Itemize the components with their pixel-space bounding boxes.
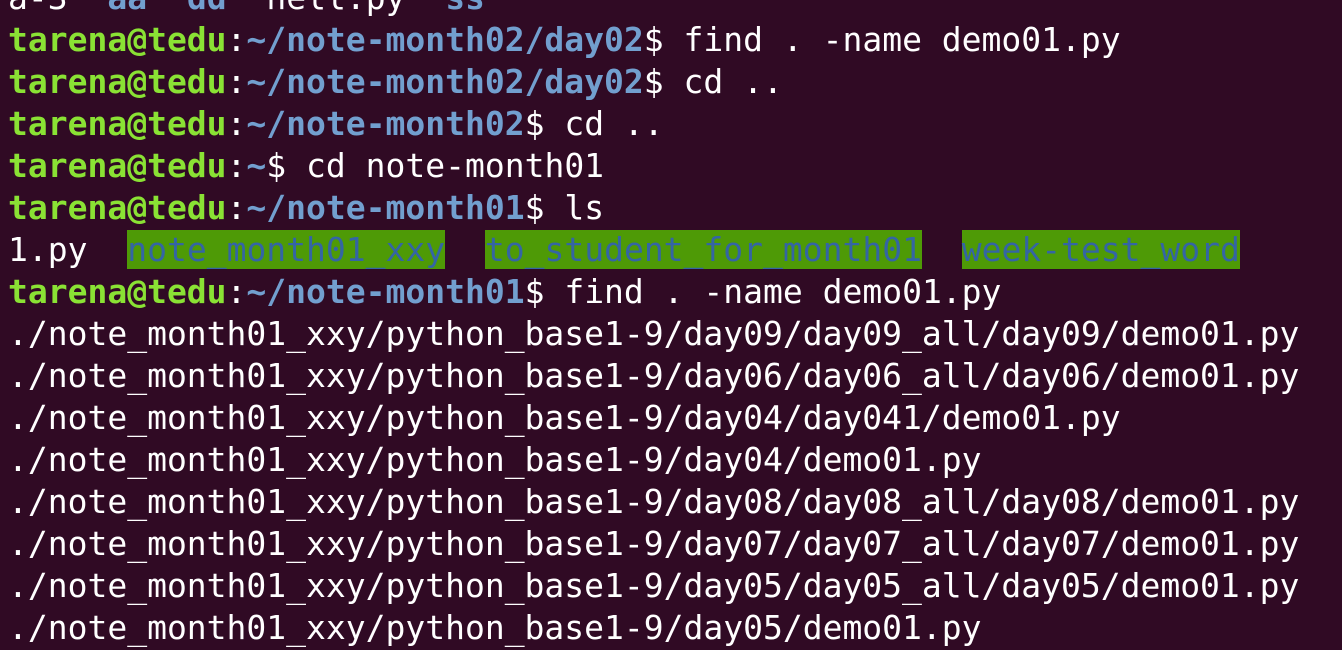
ls-entry: hell.py <box>266 0 405 17</box>
prompt-user: tarena@tedu <box>8 188 227 227</box>
find-result-line: ./note_month01_xxy/python_base1-9/day05/… <box>8 608 982 647</box>
ls-entry: dd <box>187 0 227 17</box>
prompt-line: tarena@tedu:~/note-month01$ ls <box>8 188 605 227</box>
prompt-user: tarena@tedu <box>8 20 227 59</box>
find-result-line: ./note_month01_xxy/python_base1-9/day04/… <box>8 440 982 479</box>
prompt-user: tarena@tedu <box>8 272 227 311</box>
prompt-command: cd .. <box>663 62 783 101</box>
prompt-line: tarena@tedu:~/note-month02/day02$ find .… <box>8 20 1121 59</box>
prompt-path: ~/note-month02 <box>246 104 525 143</box>
prompt-path: ~/note-month02/day02 <box>246 20 644 59</box>
previous-ls-line: a-3 aa dd hell.py ss <box>8 0 1342 19</box>
prompt-path: ~ <box>246 146 267 185</box>
prompt-command: find . -name demo01.py <box>663 20 1121 59</box>
prompt-command: cd note-month01 <box>286 146 605 185</box>
prompt-line: tarena@tedu:~$ cd note-month01 <box>8 146 605 185</box>
prompt-command: find . -name demo01.py <box>544 272 1002 311</box>
terminal-output: a-3 aa dd hell.py ss tarena@tedu:~/note-… <box>8 0 1342 649</box>
prompt-line: tarena@tedu:~/note-month01$ find . -name… <box>8 272 1002 311</box>
find-result-line: ./note_month01_xxy/python_base1-9/day06/… <box>8 356 1300 395</box>
prompt-path: ~/note-month01 <box>246 188 525 227</box>
find-result-line: ./note_month01_xxy/python_base1-9/day04/… <box>8 398 1121 437</box>
find-result-line: ./note_month01_xxy/python_base1-9/day07/… <box>8 524 1300 563</box>
prompt-user: tarena@tedu <box>8 62 227 101</box>
terminal-window[interactable]: a-3 aa dd hell.py ss tarena@tedu:~/note-… <box>0 0 1342 650</box>
prompt-user: tarena@tedu <box>8 104 227 143</box>
find-result-line: ./note_month01_xxy/python_base1-9/day05/… <box>8 566 1300 605</box>
prompt-line: tarena@tedu:~/note-month02/day02$ cd .. <box>8 62 783 101</box>
ls-output-line: 1.py note_month01_xxy to_student_for_mon… <box>8 229 1342 271</box>
prompt-path: ~/note-month01 <box>246 272 525 311</box>
prompt-path: ~/note-month02/day02 <box>246 62 644 101</box>
find-result-line: ./note_month01_xxy/python_base1-9/day08/… <box>8 482 1300 521</box>
prompt-command: ls <box>544 188 605 227</box>
prompt-line: tarena@tedu:~/note-month02$ cd .. <box>8 104 664 143</box>
ls-dir-highlighted: week-test_word <box>961 230 1240 269</box>
ls-file: 1.py <box>8 230 88 269</box>
prompt-command: cd .. <box>544 104 664 143</box>
prompt-user: tarena@tedu <box>8 146 227 185</box>
find-result-line: ./note_month01_xxy/python_base1-9/day09/… <box>8 314 1300 353</box>
ls-entry: ss <box>445 0 485 17</box>
ls-dir-highlighted: note_month01_xxy <box>127 230 446 269</box>
ls-entry: aa <box>107 0 147 17</box>
ls-entry: a-3 <box>8 0 68 17</box>
ls-dir-highlighted: to_student_for_month01 <box>484 230 922 269</box>
